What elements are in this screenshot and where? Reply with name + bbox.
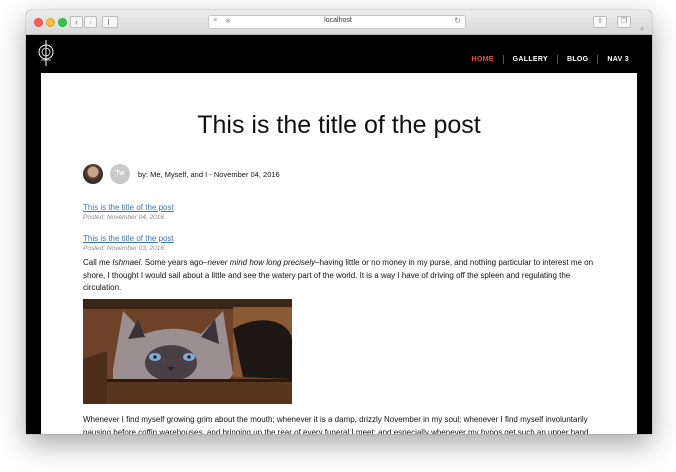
author-avatar	[83, 164, 103, 184]
chevron-right-icon: ›	[89, 17, 92, 27]
list-item: This is the title of the post Posted: No…	[83, 203, 174, 221]
share-button[interactable]: ⇧	[593, 16, 607, 28]
tabs-icon: ❐	[620, 18, 628, 25]
minimize-window-button[interactable]	[46, 18, 55, 27]
post-link[interactable]: This is the title of the post	[83, 203, 174, 212]
site-header: HOME GALLERY BLOG NAV 3	[26, 35, 652, 73]
forward-button[interactable]: ›	[84, 16, 97, 28]
post-title: This is the title of the post	[197, 111, 481, 139]
url-text: localhost	[324, 17, 352, 24]
back-button[interactable]: ‹	[70, 16, 83, 28]
reload-icon[interactable]: ↻	[454, 16, 461, 25]
share-icon: ⇧	[597, 18, 603, 25]
site-logo-icon[interactable]	[36, 39, 56, 67]
para-emphasis: Ishmael	[112, 258, 141, 267]
nav-item-nav-3[interactable]: NAV 3	[597, 55, 638, 64]
twitter-avatar[interactable]: Tw	[110, 164, 130, 184]
post-date: Posted: November 04, 2016	[83, 214, 164, 221]
zoom-window-button[interactable]	[58, 18, 67, 27]
nav-item-home[interactable]: HOME	[462, 55, 502, 64]
sidebar-toggle-button[interactable]	[102, 16, 118, 28]
para-text: Call me	[83, 258, 113, 267]
post-link[interactable]: This is the title of the post	[83, 234, 174, 243]
chevron-left-icon: ‹	[75, 17, 78, 27]
post-paragraph: Whenever I find myself growing grim abou…	[83, 415, 589, 434]
byline-row: Tw by: Me, Myself, and I - November 04, …	[83, 164, 280, 184]
cat-image	[83, 299, 292, 404]
post-paragraph: Call me Ishmael. Some years ago–never mi…	[83, 257, 595, 295]
post-content: This is the title of the post Tw by: Me,…	[41, 73, 637, 434]
byline: by: Me, Myself, and I - November 04, 201…	[138, 169, 280, 179]
browser-toolbar: ‹ › ≡ ⊕ localhost ↻ ⇧ ❐ +	[26, 10, 652, 35]
plus-icon: +	[639, 24, 645, 34]
close-window-button[interactable]	[34, 18, 43, 27]
address-bar[interactable]: ≡ ⊕ localhost ↻	[208, 15, 466, 29]
para-text: . Some years ago–	[140, 258, 208, 267]
browser-window: ‹ › ≡ ⊕ localhost ↻ ⇧ ❐ + HOME GALLERY B…	[26, 10, 652, 434]
new-tab-button[interactable]: +	[636, 24, 648, 35]
nav-item-gallery[interactable]: GALLERY	[502, 55, 557, 64]
nav-item-blog[interactable]: BLOG	[556, 55, 597, 64]
list-item: This is the title of the post Posted: No…	[83, 234, 174, 252]
show-tabs-button[interactable]: ❐	[617, 16, 631, 28]
para-emphasis: never mind how long precisely	[207, 258, 316, 267]
post-date: Posted: November 03, 2016	[83, 245, 164, 252]
main-nav: HOME GALLERY BLOG NAV 3	[462, 55, 638, 64]
cat-photo	[83, 299, 292, 404]
